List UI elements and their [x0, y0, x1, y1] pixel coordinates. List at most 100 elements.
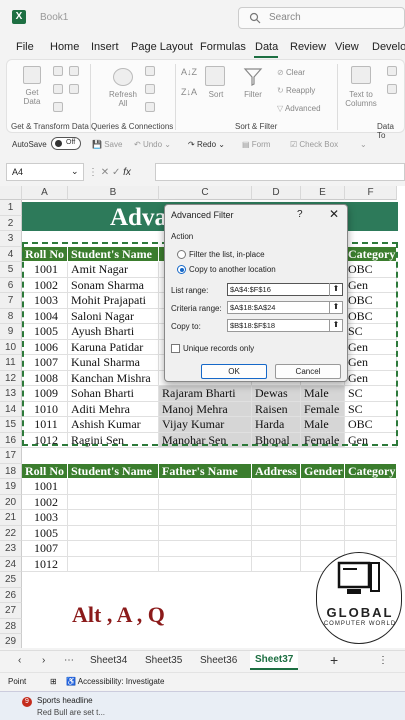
row-header-5[interactable]: 5 — [0, 262, 22, 278]
sort-button[interactable]: Sort — [205, 90, 227, 99]
tab-view[interactable]: View — [335, 41, 359, 53]
column-header-d[interactable]: D — [252, 186, 301, 200]
criteria-cell[interactable]: 1003 — [22, 510, 68, 526]
row-header-29[interactable]: 29 — [0, 634, 22, 648]
row-header-23[interactable]: 23 — [0, 541, 22, 557]
row-header-27[interactable]: 27 — [0, 603, 22, 619]
sheet-tab-sheet36[interactable]: Sheet36 — [200, 655, 237, 666]
from-web-icon[interactable] — [69, 66, 79, 76]
criteria-cell[interactable]: 1005 — [22, 525, 68, 541]
table-cell[interactable]: Dewas — [252, 386, 301, 402]
tab-file[interactable]: File — [16, 41, 34, 53]
table-cell[interactable]: 1008 — [22, 370, 68, 386]
table-cell[interactable]: Gen — [345, 277, 397, 293]
enter-icon[interactable]: ✓ — [112, 167, 123, 178]
table-cell[interactable]: 1005 — [22, 324, 68, 340]
table-cell[interactable]: Male — [301, 386, 345, 402]
criteria-cell[interactable] — [345, 525, 397, 541]
tab-data[interactable]: Data — [255, 41, 278, 53]
autosave-toggle[interactable]: Off — [51, 137, 81, 150]
row-header-13[interactable]: 13 — [0, 386, 22, 402]
table-cell[interactable]: Amit Nagar — [68, 262, 159, 278]
close-icon[interactable]: ✕ — [327, 207, 341, 221]
tab-home[interactable]: Home — [50, 41, 79, 53]
criteria-range-field[interactable]: $A$18:$A$24 ⬆ — [227, 301, 343, 314]
table-cell[interactable]: Sohan Bharti — [68, 386, 159, 402]
table-cell[interactable]: Saloni Nagar — [68, 308, 159, 324]
table-cell[interactable]: Rajaram Bharti — [159, 386, 252, 402]
criteria-cell[interactable] — [301, 510, 345, 526]
copy-to-field[interactable]: $B$18:$F$18 ⬆ — [227, 319, 343, 332]
edit-links-icon[interactable] — [145, 102, 155, 112]
table-cell[interactable]: Sonam Sharma — [68, 277, 159, 293]
row-header-8[interactable]: 8 — [0, 308, 22, 324]
table-cell[interactable]: Gen — [345, 432, 397, 448]
column-header-c[interactable]: C — [159, 186, 252, 200]
row-header-16[interactable]: 16 — [0, 432, 22, 448]
table-cell[interactable]: OBC — [345, 293, 397, 309]
flash-fill-icon[interactable] — [387, 66, 397, 76]
table-cell[interactable]: Manohar Sen — [159, 432, 252, 448]
criteria-cell[interactable] — [68, 510, 159, 526]
select-all-corner[interactable] — [0, 186, 22, 200]
form-button[interactable]: ▤ Form — [242, 140, 270, 149]
criteria-cell[interactable] — [159, 556, 252, 572]
table-cell[interactable]: SC — [345, 324, 397, 340]
copy-to-location-radio[interactable] — [177, 265, 186, 274]
tab-review[interactable]: Review — [290, 41, 326, 53]
criteria-cell[interactable] — [345, 510, 397, 526]
check-box-button[interactable]: ☑ Check Box — [290, 140, 338, 149]
row-header-14[interactable]: 14 — [0, 401, 22, 417]
criteria-cell[interactable]: 1012 — [22, 556, 68, 572]
news-headline[interactable]: Sports headline — [37, 696, 93, 705]
criteria-cell[interactable] — [68, 494, 159, 510]
criteria-cell[interactable]: 1007 — [22, 541, 68, 557]
criteria-cell[interactable] — [252, 479, 301, 495]
table-cell[interactable]: 1009 — [22, 386, 68, 402]
criteria-cell[interactable] — [68, 525, 159, 541]
row-header-25[interactable]: 25 — [0, 572, 22, 588]
row-header-9[interactable]: 9 — [0, 324, 22, 340]
table-cell[interactable]: SC — [345, 386, 397, 402]
row-header-22[interactable]: 22 — [0, 525, 22, 541]
save-button[interactable]: 💾 Save — [92, 140, 122, 149]
table-cell[interactable]: 1002 — [22, 277, 68, 293]
table-cell[interactable]: Gen — [345, 370, 397, 386]
table-cell[interactable]: Female — [301, 432, 345, 448]
filter-button[interactable]: Filter — [239, 90, 267, 99]
table-cell[interactable]: Kanchan Mishra — [68, 370, 159, 386]
criteria-cell[interactable] — [301, 525, 345, 541]
criteria-cell[interactable]: 1002 — [22, 494, 68, 510]
collapse-range-icon[interactable]: ⬆ — [329, 301, 342, 314]
criteria-header-cell[interactable]: Gender — [301, 463, 345, 479]
remove-duplicates-icon[interactable] — [387, 84, 397, 94]
row-header-3[interactable]: 3 — [0, 231, 22, 247]
criteria-cell[interactable] — [159, 525, 252, 541]
table-cell[interactable]: Gen — [345, 355, 397, 371]
sort-za-icon[interactable]: Z↓A — [181, 88, 197, 97]
row-header-24[interactable]: 24 — [0, 556, 22, 572]
clear-button[interactable]: ⊘ Clear — [277, 68, 305, 77]
criteria-cell[interactable] — [301, 494, 345, 510]
table-cell[interactable]: Harda — [252, 417, 301, 433]
existing-connections-icon[interactable] — [53, 102, 63, 112]
criteria-cell[interactable] — [68, 479, 159, 495]
recent-sources-icon[interactable] — [69, 84, 79, 94]
filter-in-place-label[interactable]: Filter the list, in-place — [189, 250, 265, 259]
row-header-19[interactable]: 19 — [0, 479, 22, 495]
unique-records-checkbox[interactable] — [171, 344, 180, 353]
row-header-26[interactable]: 26 — [0, 587, 22, 603]
criteria-header-cell[interactable]: Address — [252, 463, 301, 479]
column-header-a[interactable]: A — [22, 186, 68, 200]
criteria-cell[interactable] — [252, 525, 301, 541]
row-header-2[interactable]: 2 — [0, 215, 22, 231]
criteria-header-cell[interactable]: Category — [345, 463, 397, 479]
table-cell[interactable]: Aditi Mehra — [68, 401, 159, 417]
table-cell[interactable]: Raisen — [252, 401, 301, 417]
cancel-icon[interactable]: ✕ — [101, 167, 112, 178]
tab-insert[interactable]: Insert — [91, 41, 119, 53]
undo-button[interactable]: ↶ Undo ⌄ — [134, 140, 171, 149]
refresh-all-button[interactable]: Refresh All — [105, 90, 141, 108]
row-header-7[interactable]: 7 — [0, 293, 22, 309]
table-cell[interactable]: 1003 — [22, 293, 68, 309]
